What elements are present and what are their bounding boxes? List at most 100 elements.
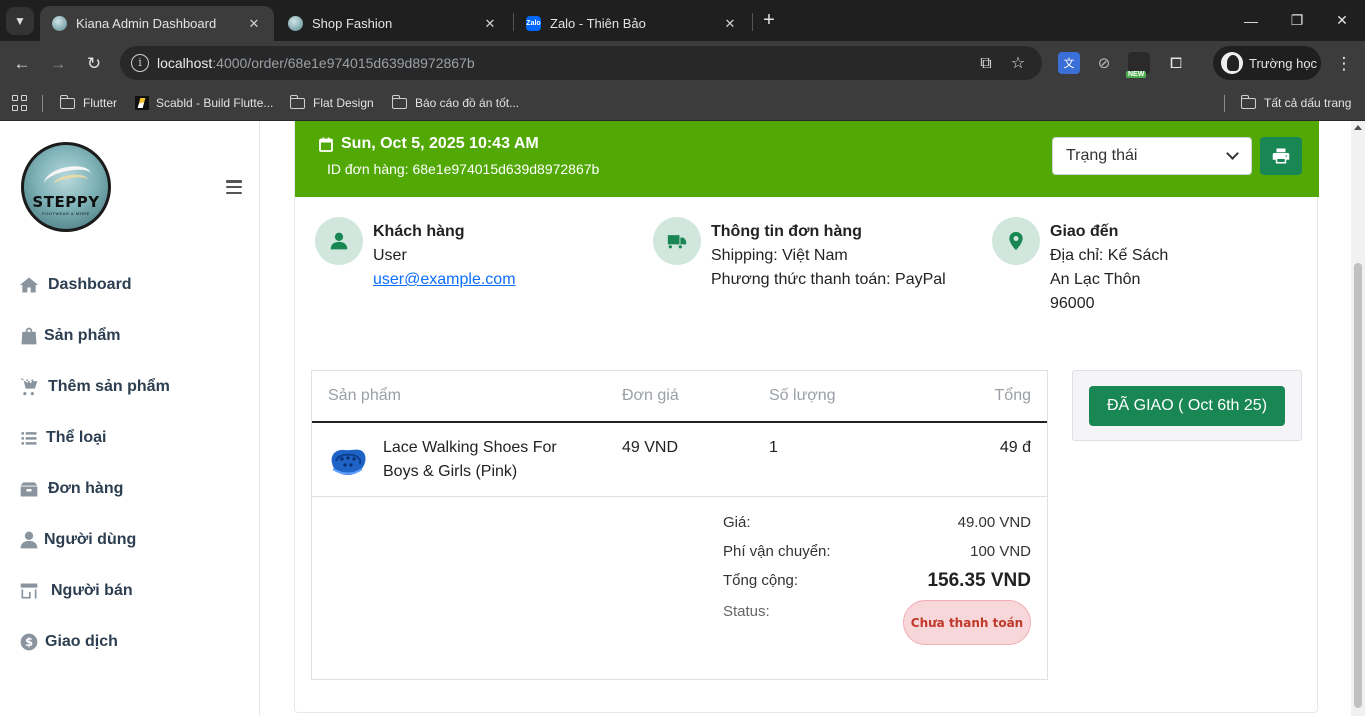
sidebar-item-giao-dich[interactable]: $ Giao dịch [18,628,118,656]
delivery-heading: Giao đến [1050,223,1119,240]
sidebar-item-don-hang[interactable]: Đơn hàng [18,475,123,503]
summary-total-label: Tổng cộng: [723,572,799,589]
user-icon [18,530,40,550]
steppy-logo[interactable]: STEPPY FOOTWEAR & MORE [21,142,111,232]
order-card: Sun, Oct 5, 2025 10:43 AM ID đơn hàng: 6… [294,121,1319,713]
order-payment-method: Phương thức thanh toán: PayPal [711,271,946,288]
more-menu-icon[interactable]: ⋮ [1330,50,1358,78]
column-header-product: Sản phẩm [328,387,401,404]
address-bar[interactable]: i localhost:4000/order/68e1e974015d639d8… [120,46,1042,80]
sidebar-item-label: Thể loại [46,429,107,446]
bookmark-flat-design[interactable]: Flat Design [289,92,374,114]
forward-arrow-icon[interactable]: → [44,50,72,78]
reload-icon[interactable]: ↻ [80,50,108,78]
close-tab-icon[interactable]: ✕ [722,16,738,32]
sidebar-item-nguoi-dung[interactable]: Người dùng [18,526,136,554]
product-thumbnail[interactable] [328,441,368,479]
product-quantity: 1 [769,439,778,456]
map-marker-icon [992,217,1040,265]
chevron-down-icon [1226,147,1239,160]
apps-grid-icon[interactable] [12,95,28,111]
summary-total: 156.35 VND [927,570,1031,591]
summary-status-label: Status: [723,603,770,620]
cart-plus-icon [18,377,40,397]
summary-shipping-label: Phí vận chuyển: [723,543,831,560]
customer-heading: Khách hàng [373,223,465,240]
scrollbar-thumb[interactable] [1354,263,1362,708]
sidebar-item-label: Dashboard [48,276,132,293]
browser-tab-bar: ▼ Kiana Admin Dashboard ✕ Shop Fashion ✕… [0,0,1365,41]
globe-icon [288,16,303,31]
delivery-address-line2: An Lạc Thôn [1050,271,1141,288]
minimize-button[interactable]: — [1228,0,1274,41]
product-unit-price: 49 VND [622,439,679,456]
summary-shipping: 100 VND [970,543,1031,560]
print-button[interactable] [1260,137,1302,175]
tab-zalo[interactable]: Zalo Zalo - Thiên Bảo ✕ [514,6,750,41]
sidebar-item-the-loai[interactable]: Thể loại [18,424,106,452]
restore-button[interactable]: ❐ [1274,0,1320,41]
new-badge: NEW [1126,71,1147,78]
compass-extension-icon[interactable]: ⊘ [1093,52,1115,74]
bookmark-scabld[interactable]: Scabld - Build Flutte... [135,92,273,114]
sidebar-item-label: Sản phẩm [44,327,121,344]
globe-icon [52,16,67,31]
all-bookmarks[interactable]: Tất cả dấu trang [1240,92,1351,114]
summary-price-label: Giá: [723,514,751,531]
delivery-status-box: ĐÃ GIAO ( Oct 6th 25) [1072,370,1302,441]
delivered-button[interactable]: ĐÃ GIAO ( Oct 6th 25) [1089,386,1285,426]
zalo-icon: Zalo [526,16,541,31]
order-info-heading: Thông tin đơn hàng [711,223,862,240]
status-select[interactable]: Trạng thái [1052,137,1252,175]
order-date: Sun, Oct 5, 2025 10:43 AM [319,135,539,153]
bookmark-flutter[interactable]: Flutter [59,92,117,114]
tab-search-button[interactable]: ▼ [6,7,34,35]
profile-name: Trường học [1249,55,1318,71]
sidebar-item-label: Đơn hàng [48,480,124,497]
bookmark-bao-cao[interactable]: Báo cáo đồ án tốt... [391,92,519,114]
store-icon [18,581,40,601]
scroll-up-arrow-icon[interactable] [1354,125,1362,130]
product-name[interactable]: Lace Walking Shoes For Boys & Girls (Pin… [383,436,557,484]
new-tab-button[interactable]: + [758,8,780,32]
folder-icon [289,94,305,109]
back-arrow-icon[interactable]: ← [8,50,36,78]
close-tab-icon[interactable]: ✕ [246,16,262,32]
install-app-icon[interactable]: ⧉ [976,54,996,74]
sidebar-item-them-san-pham[interactable]: Thêm sản phẩm [18,373,170,401]
customer-email-link[interactable]: user@example.com [373,271,516,288]
order-info: Thông tin đơn hàng Shipping: Việt Nam Ph… [653,217,946,292]
site-info-icon[interactable]: i [131,54,149,72]
sidebar-item-san-pham[interactable]: Sản phẩm [18,322,120,350]
hamburger-menu-icon[interactable] [226,180,242,194]
new-extension-icon[interactable]: NEW [1126,52,1150,78]
order-shipping: Shipping: Việt Nam [711,247,848,264]
profile-button[interactable]: Trường học [1213,46,1321,80]
extensions-puzzle-icon[interactable]: ⧠ [1165,52,1187,74]
translate-extension-icon[interactable]: 文 [1058,52,1080,74]
url-text[interactable]: localhost:4000/order/68e1e974015d639d897… [157,55,475,71]
column-header-total: Tổng [994,387,1031,404]
home-icon [18,275,40,295]
tab-title: Shop Fashion [312,16,393,31]
bookmark-star-icon[interactable]: ☆ [1008,54,1028,74]
sidebar-item-label: Người dùng [44,531,137,548]
page-scrollbar[interactable] [1351,121,1365,716]
folder-icon [1240,94,1256,109]
sidebar-item-dashboard[interactable]: Dashboard [18,271,132,299]
payment-status-badge: Chưa thanh toán [903,600,1031,645]
sidebar-item-nguoi-ban[interactable]: Người bán [18,577,133,605]
tab-kiana-admin[interactable]: Kiana Admin Dashboard ✕ [40,6,274,41]
delivery-info: Giao đến Địa chỉ: Kế Sách An Lạc Thôn 96… [992,217,1168,316]
list-icon [18,428,40,448]
column-header-unit-price: Đơn giá [622,387,679,404]
tab-shop-fashion[interactable]: Shop Fashion ✕ [276,6,510,41]
delivery-address: Địa chỉ: Kế Sách [1050,247,1169,264]
close-tab-icon[interactable]: ✕ [482,16,498,32]
truck-icon [653,217,701,265]
logo-tagline: FOOTWEAR & MORE [42,211,90,216]
user-icon [315,217,363,265]
close-window-button[interactable]: ✕ [1319,0,1365,41]
column-header-quantity: Số lượng [769,387,836,404]
printer-icon [1272,148,1290,164]
